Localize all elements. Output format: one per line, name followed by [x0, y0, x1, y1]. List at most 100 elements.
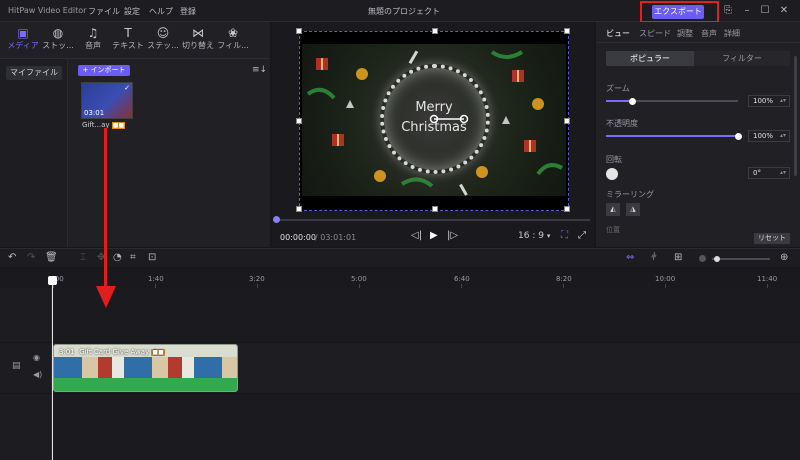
play-icon[interactable]: ▶	[430, 230, 438, 241]
resize-handle[interactable]	[564, 118, 570, 124]
media-thumbnail[interactable]: 03:01 ✓	[81, 82, 133, 119]
spinner-icon: ▴▾	[779, 97, 786, 104]
audio-mute-icon[interactable]: ◀)	[33, 370, 42, 379]
mirror-label: ミラーリング	[606, 190, 654, 199]
sticker-smiley-icon: ☺	[156, 26, 170, 40]
annotation-arrow	[104, 128, 107, 290]
preview-progress-bar[interactable]	[276, 219, 590, 221]
minimize-icon[interactable]: –	[740, 4, 754, 18]
tab-audio[interactable]: 音声	[701, 28, 717, 39]
gift-emoji-icon: ■■	[151, 349, 165, 356]
menu-file[interactable]: ファイル	[88, 6, 120, 17]
empty-track[interactable]	[53, 394, 800, 460]
snap-icon[interactable]: ⇔	[626, 252, 634, 263]
timeline-zoom-knob[interactable]	[714, 256, 720, 262]
prev-frame-icon[interactable]: ◁|	[411, 230, 422, 241]
ruler-tick: 1:40	[148, 275, 164, 283]
stock-globe-icon: ◍	[52, 26, 64, 40]
zoom-label: ズーム	[606, 84, 630, 93]
preview-canvas[interactable]: Merry Christmas	[296, 28, 570, 212]
timeline-ruler[interactable]: 0:00 1:40 3:20 5:00 6:40 8:20 10:00 11:4…	[0, 268, 800, 288]
feedback-icon[interactable]: ⎘	[721, 4, 735, 18]
delete-icon[interactable]: 🗑	[45, 252, 58, 263]
tab-filter[interactable]: ❀ フィル...	[213, 26, 253, 56]
export-button[interactable]: エクスポート	[652, 5, 704, 19]
preview-scrubber[interactable]	[273, 216, 280, 223]
media-duration: 03:01	[84, 109, 105, 117]
playhead-handle[interactable]	[48, 276, 57, 285]
track-header	[0, 288, 52, 342]
music-note-icon: ♫	[87, 26, 99, 40]
maximize-icon[interactable]: ☐	[758, 4, 772, 18]
zoom-value-input[interactable]: 100% ▴▾	[748, 95, 790, 107]
zoom-out-icon[interactable]	[699, 255, 706, 262]
close-icon[interactable]: ✕	[777, 4, 791, 18]
zoom-slider-knob[interactable]	[629, 98, 637, 105]
tab-text[interactable]: T テキスト	[108, 26, 148, 56]
chevron-down-icon: ▾	[546, 232, 551, 240]
freeze-icon[interactable]: ⊡	[148, 252, 156, 263]
zoom-in-icon[interactable]: ⊕	[780, 252, 788, 263]
opacity-value-input[interactable]: 100% ▴▾	[748, 130, 790, 142]
tab-adjust[interactable]: 調整	[677, 28, 693, 39]
tab-view[interactable]: ビュー	[606, 28, 630, 39]
flip-vertical-icon[interactable]: ◮	[626, 203, 640, 216]
resize-handle[interactable]	[296, 206, 302, 212]
tab-speed[interactable]: スピード	[639, 28, 671, 39]
tab-audio[interactable]: ♫ 音声	[73, 26, 113, 56]
timeline-zoom-slider[interactable]	[712, 258, 770, 260]
segment-popular[interactable]: ポピュラー	[606, 51, 694, 66]
undo-icon[interactable]: ↶	[8, 252, 16, 263]
resize-handle[interactable]	[296, 28, 302, 34]
tab-details[interactable]: 詳細	[724, 28, 740, 39]
menu-help[interactable]: ヘルプ	[149, 6, 173, 17]
split-icon[interactable]: ⌶	[80, 252, 86, 263]
menu-settings[interactable]: 設定	[124, 6, 140, 17]
resize-handle[interactable]	[564, 206, 570, 212]
import-button[interactable]: + インポート	[78, 65, 130, 76]
sort-icon[interactable]: ≡↓	[252, 65, 267, 75]
film-icon: ▤	[12, 361, 21, 371]
ruler-tick: 8:20	[556, 275, 572, 283]
video-clip[interactable]: 3:01 Gift Card Give Away ■■	[53, 344, 238, 392]
split-track-icon[interactable]: ⫩	[651, 252, 657, 263]
text-handle[interactable]	[302, 44, 566, 196]
next-frame-icon[interactable]: |▷	[447, 230, 458, 241]
tab-transition[interactable]: ⋈ 切り替え	[178, 26, 218, 56]
tab-media[interactable]: ▣ メディア	[3, 26, 43, 56]
visibility-eye-icon[interactable]: ◉	[33, 353, 40, 362]
fullscreen-icon[interactable]: ⤢	[578, 230, 586, 241]
opacity-label: 不透明度	[606, 119, 638, 128]
segment-filter[interactable]: フィルター	[694, 51, 790, 66]
redo-icon[interactable]: ↷	[27, 252, 35, 263]
my-files-button[interactable]: マイファイル	[6, 66, 62, 80]
crop-frame-icon[interactable]: ⌗	[130, 252, 136, 263]
opacity-slider-knob[interactable]	[735, 133, 742, 140]
tab-stock[interactable]: ◍ ストッ...	[38, 26, 78, 56]
playhead[interactable]	[52, 276, 53, 460]
main-track-header: ▤ ◉ ◀)	[0, 343, 52, 393]
aspect-ratio-select[interactable]: 16 : 9 ▾	[518, 231, 550, 241]
flip-horizontal-icon[interactable]: ◭	[606, 203, 620, 216]
clip-label: 3:01 Gift Card Give Away ■■	[59, 348, 165, 356]
rotation-label: 回転	[606, 155, 622, 164]
overlay-track[interactable]	[53, 288, 800, 342]
resize-handle[interactable]	[296, 118, 302, 124]
crop-fit-icon[interactable]: ⛶	[561, 230, 568, 241]
spinner-icon: ▴▾	[779, 169, 786, 176]
resize-handle[interactable]	[432, 206, 438, 212]
resize-handle[interactable]	[432, 28, 438, 34]
opacity-slider-fill	[606, 135, 738, 137]
ruler-tick: 6:40	[454, 275, 470, 283]
panel-scrollbar[interactable]	[794, 56, 797, 176]
rotation-value-input[interactable]: 0° ▴▾	[748, 167, 790, 179]
rotation-dial-icon[interactable]	[606, 168, 618, 180]
divider	[596, 42, 800, 43]
resize-handle[interactable]	[564, 28, 570, 34]
reset-button[interactable]: リセット	[754, 233, 790, 244]
menu-register[interactable]: 登録	[180, 6, 196, 17]
speed-icon[interactable]: ◔	[113, 252, 122, 263]
fit-timeline-icon[interactable]: ⊞	[674, 252, 682, 263]
tab-sticker[interactable]: ☺ ステッ...	[143, 26, 183, 56]
media-icon: ▣	[17, 26, 29, 40]
